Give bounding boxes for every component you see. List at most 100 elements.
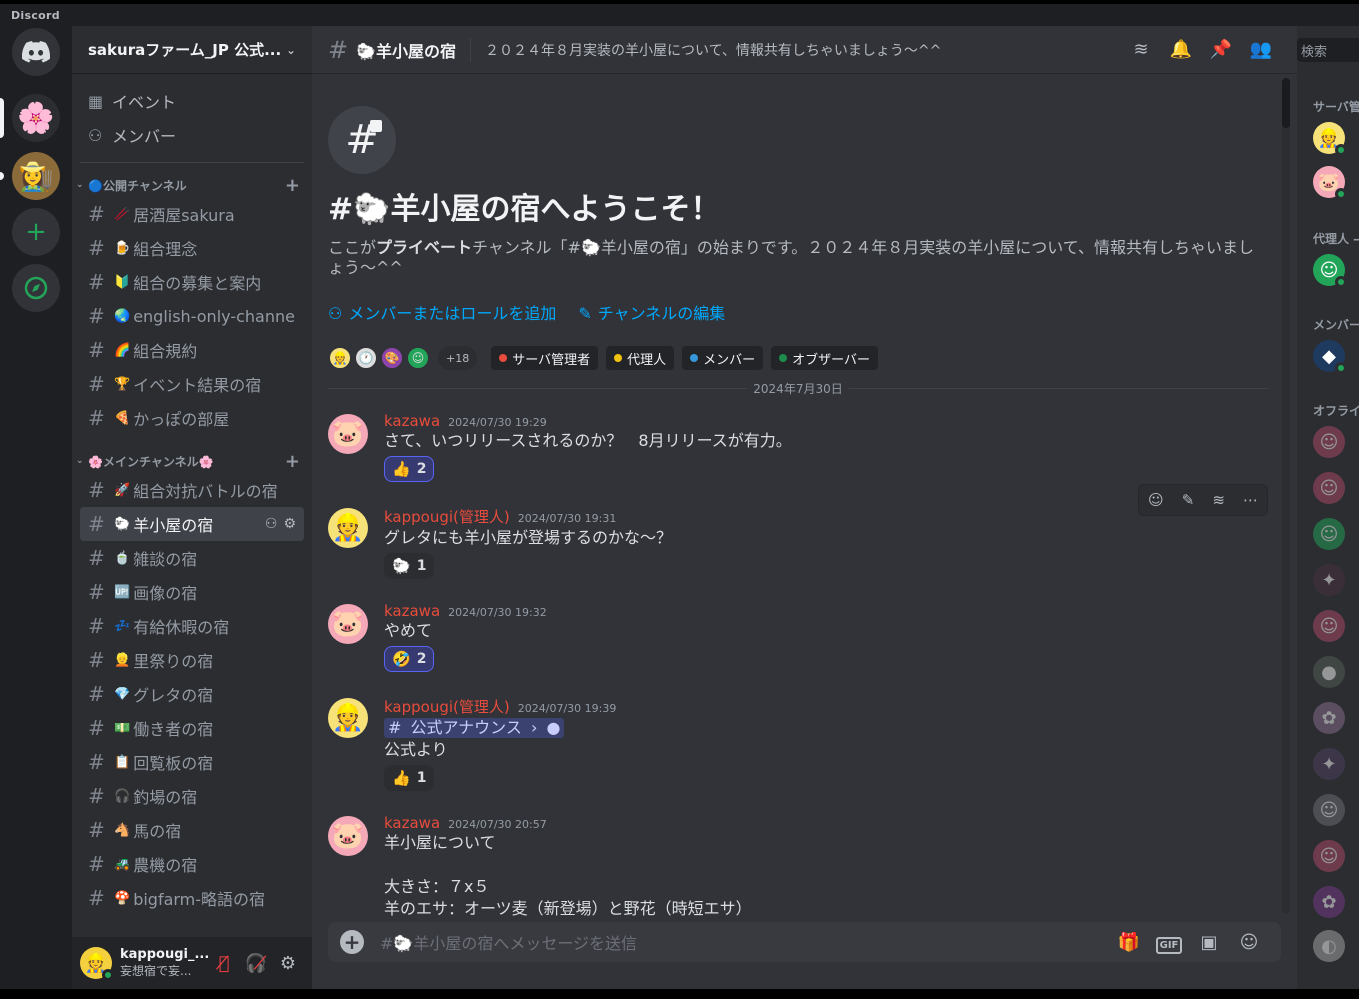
author-avatar[interactable]: 🐷 — [328, 414, 368, 454]
role-tag[interactable]: サーバ管理者 — [491, 346, 599, 370]
author-name[interactable]: kazawa — [384, 412, 440, 430]
member-avatar[interactable]: ☺ — [1313, 254, 1347, 288]
message[interactable]: 👷 kappougi(管理人) 2024/07/30 19:31 グレタにも羊小屋が登… — [328, 506, 1268, 579]
add-members-link[interactable]: ⚇ メンバーまたはロールを追加 — [328, 300, 556, 324]
offline-member-avatar[interactable]: ☺ — [1313, 840, 1345, 872]
channel-mention[interactable]: # 公式アナウンス › ● — [384, 718, 565, 738]
nav-events[interactable]: ▦ イベント — [80, 84, 304, 118]
author-avatar[interactable]: 🐷 — [328, 816, 368, 856]
channel-item[interactable]: # 🏆 イベント結果の宿 — [80, 367, 304, 401]
channel-item[interactable]: # 🔰 組合の募集と案内 — [80, 265, 304, 299]
explore-servers-button[interactable] — [12, 264, 60, 312]
channel-item[interactable]: # 📋 回覧板の宿 — [80, 745, 304, 779]
channel-item[interactable]: # 🎧 釣場の宿 — [80, 779, 304, 813]
category-public[interactable]: ⌄ 🔵公開チャンネル + — [72, 173, 312, 197]
offline-member-avatar[interactable]: ◐ — [1313, 930, 1345, 962]
reaction-button[interactable]: 👍 1 — [384, 765, 435, 791]
message-input[interactable]: #🐑羊小屋の宿へメッセージを送信 — [380, 930, 1109, 954]
member-avatar[interactable]: 🐷 — [1313, 166, 1347, 200]
channel-item[interactable]: # 🌏 english-only-channel — [80, 299, 304, 333]
author-name[interactable]: kazawa — [384, 602, 440, 620]
headphones-deafened-icon[interactable]: 🎧̸ — [240, 953, 272, 974]
server-header[interactable]: sakuraファーム_JP 公式... ⌄ — [72, 26, 312, 74]
channel-item[interactable]: # 💤 有給休暇の宿 — [80, 609, 304, 643]
more-members-count[interactable]: +18 — [438, 346, 478, 370]
role-tag[interactable]: 代理人 — [606, 346, 675, 370]
category-main[interactable]: ⌄ 🌸メインチャンネル🌸 + — [72, 449, 312, 473]
edit-icon[interactable]: ✎ — [1182, 491, 1195, 509]
scrollbar-thumb[interactable] — [1282, 78, 1290, 128]
emoji-picker-icon[interactable]: ☺ — [1229, 932, 1269, 953]
offline-member-avatar[interactable]: ☺ — [1313, 794, 1345, 826]
search-input[interactable]: 検索 — [1297, 38, 1359, 62]
pin-icon[interactable]: 📌 — [1201, 39, 1241, 60]
channel-item[interactable]: # 🐴 馬の宿 — [80, 813, 304, 847]
role-tag[interactable]: オブザーバー — [771, 346, 878, 370]
message[interactable]: 🐷 kazawa 2024/07/30 19:29 さて、いつリリースされるのか？ 8… — [328, 412, 1268, 482]
channel-item[interactable]: # 🚀 組合対抗バトルの宿 — [80, 473, 304, 507]
offline-member-avatar[interactable]: ✿ — [1313, 702, 1345, 734]
server-farm[interactable]: 👩‍🌾 — [12, 152, 60, 200]
member-list-icon[interactable]: 👥 — [1241, 39, 1281, 60]
message[interactable]: 🐷 kazawa 2024/07/30 19:32 やめて 🤣 2 — [328, 602, 1268, 672]
create-thread-icon[interactable]: ≋ — [1212, 491, 1225, 509]
channel-item[interactable]: # 🍄 bigfarm-略語の宿 — [80, 881, 304, 915]
message[interactable]: 🐷 kazawa 2024/07/30 20:57 羊小屋について 大きさ：７x５ 羊のエ… — [328, 814, 1268, 920]
threads-icon[interactable]: ≋ — [1121, 39, 1161, 60]
user-avatar[interactable]: 👷 — [80, 947, 114, 981]
author-name[interactable]: kappougi(管理人) — [384, 696, 510, 717]
role-tag[interactable]: メンバー — [682, 346, 764, 370]
author-avatar[interactable]: 👷 — [328, 508, 368, 548]
channel-item[interactable]: # 🆙 画像の宿 — [80, 575, 304, 609]
create-channel-icon[interactable]: + — [285, 175, 300, 196]
edit-channel-link[interactable]: ✎ チャンネルの編集 — [578, 300, 725, 324]
member-avatar[interactable]: ◆ — [1313, 340, 1347, 374]
channel-item[interactable]: # 💎 グレタの宿 — [80, 677, 304, 711]
offline-member-avatar[interactable]: ● — [1313, 656, 1345, 688]
notification-bell-icon[interactable]: 🔔 — [1161, 39, 1201, 60]
channel-topic[interactable]: ２０２４年８月実装の羊小屋について、情報共有しちゃいましょう～^^ — [485, 40, 1121, 60]
offline-member-avatar[interactable]: ✦ — [1313, 564, 1345, 596]
upload-plus-icon[interactable]: + — [340, 930, 364, 954]
member-avatar[interactable]: ☺ — [406, 346, 430, 370]
author-name[interactable]: kappougi(管理人) — [384, 506, 510, 527]
author-name[interactable]: kazawa — [384, 814, 440, 832]
channel-item[interactable]: # 🍺 組合理念 — [80, 231, 304, 265]
channel-item[interactable]: # 🌈 組合規約 — [80, 333, 304, 367]
reaction-button[interactable]: 🤣 2 — [384, 646, 435, 672]
offline-member-avatar[interactable]: ☺ — [1313, 610, 1345, 642]
offline-member-avatar[interactable]: ☺ — [1313, 472, 1345, 504]
member-avatar[interactable]: 🎨 — [380, 346, 404, 370]
offline-member-avatar[interactable]: ✦ — [1313, 748, 1345, 780]
channel-item[interactable]: # 🍵 雑談の宿 — [80, 541, 304, 575]
member-avatar[interactable]: 👷 — [328, 346, 352, 370]
more-options-icon[interactable]: ⋯ — [1243, 491, 1258, 509]
member-avatar[interactable]: 👷 — [1313, 122, 1347, 156]
user-settings-icon[interactable]: ⚙ — [272, 953, 304, 974]
channel-item[interactable]: # 🚜 農機の宿 — [80, 847, 304, 881]
sticker-icon[interactable]: ▣ — [1189, 932, 1229, 953]
add-server-button[interactable]: + — [12, 208, 60, 256]
direct-messages-button[interactable] — [12, 28, 60, 76]
channel-settings-icon[interactable]: ⚙ — [283, 516, 296, 532]
mic-muted-icon[interactable]: 🎙̸ — [208, 953, 240, 974]
offline-member-avatar[interactable]: ☺ — [1313, 518, 1345, 550]
invite-icon[interactable]: ⚇ — [265, 516, 278, 532]
nav-members[interactable]: ⚇ メンバー — [80, 118, 304, 152]
server-sakura-farm[interactable]: 🌸 — [12, 94, 60, 142]
add-reaction-icon[interactable]: ☺ — [1148, 491, 1164, 509]
user-info[interactable]: kappougi_... 妄想宿で妄... — [120, 947, 208, 979]
reaction-button[interactable]: 🐑 1 — [384, 553, 435, 579]
create-channel-icon[interactable]: + — [285, 451, 300, 472]
offline-member-avatar[interactable]: ✿ — [1313, 886, 1345, 918]
author-avatar[interactable]: 👷 — [328, 698, 368, 738]
channel-item[interactable]: # 💵 働き者の宿 — [80, 711, 304, 745]
channel-item[interactable]: # 🍕 かっぽの部屋 — [80, 401, 304, 435]
reaction-button[interactable]: 👍 2 — [384, 456, 435, 482]
chat-scrollbar[interactable] — [1282, 78, 1290, 914]
gift-icon[interactable]: 🎁 — [1109, 932, 1149, 953]
offline-member-avatar[interactable]: ☺ — [1313, 426, 1345, 458]
channel-item[interactable]: # 🐑 羊小屋の宿 ⚇ ⚙ — [80, 507, 304, 541]
channel-item[interactable]: # 🥢 居酒屋sakura — [80, 197, 304, 231]
message[interactable]: 👷 kappougi(管理人) 2024/07/30 19:39 # 公式アナウンス … — [328, 696, 1268, 791]
